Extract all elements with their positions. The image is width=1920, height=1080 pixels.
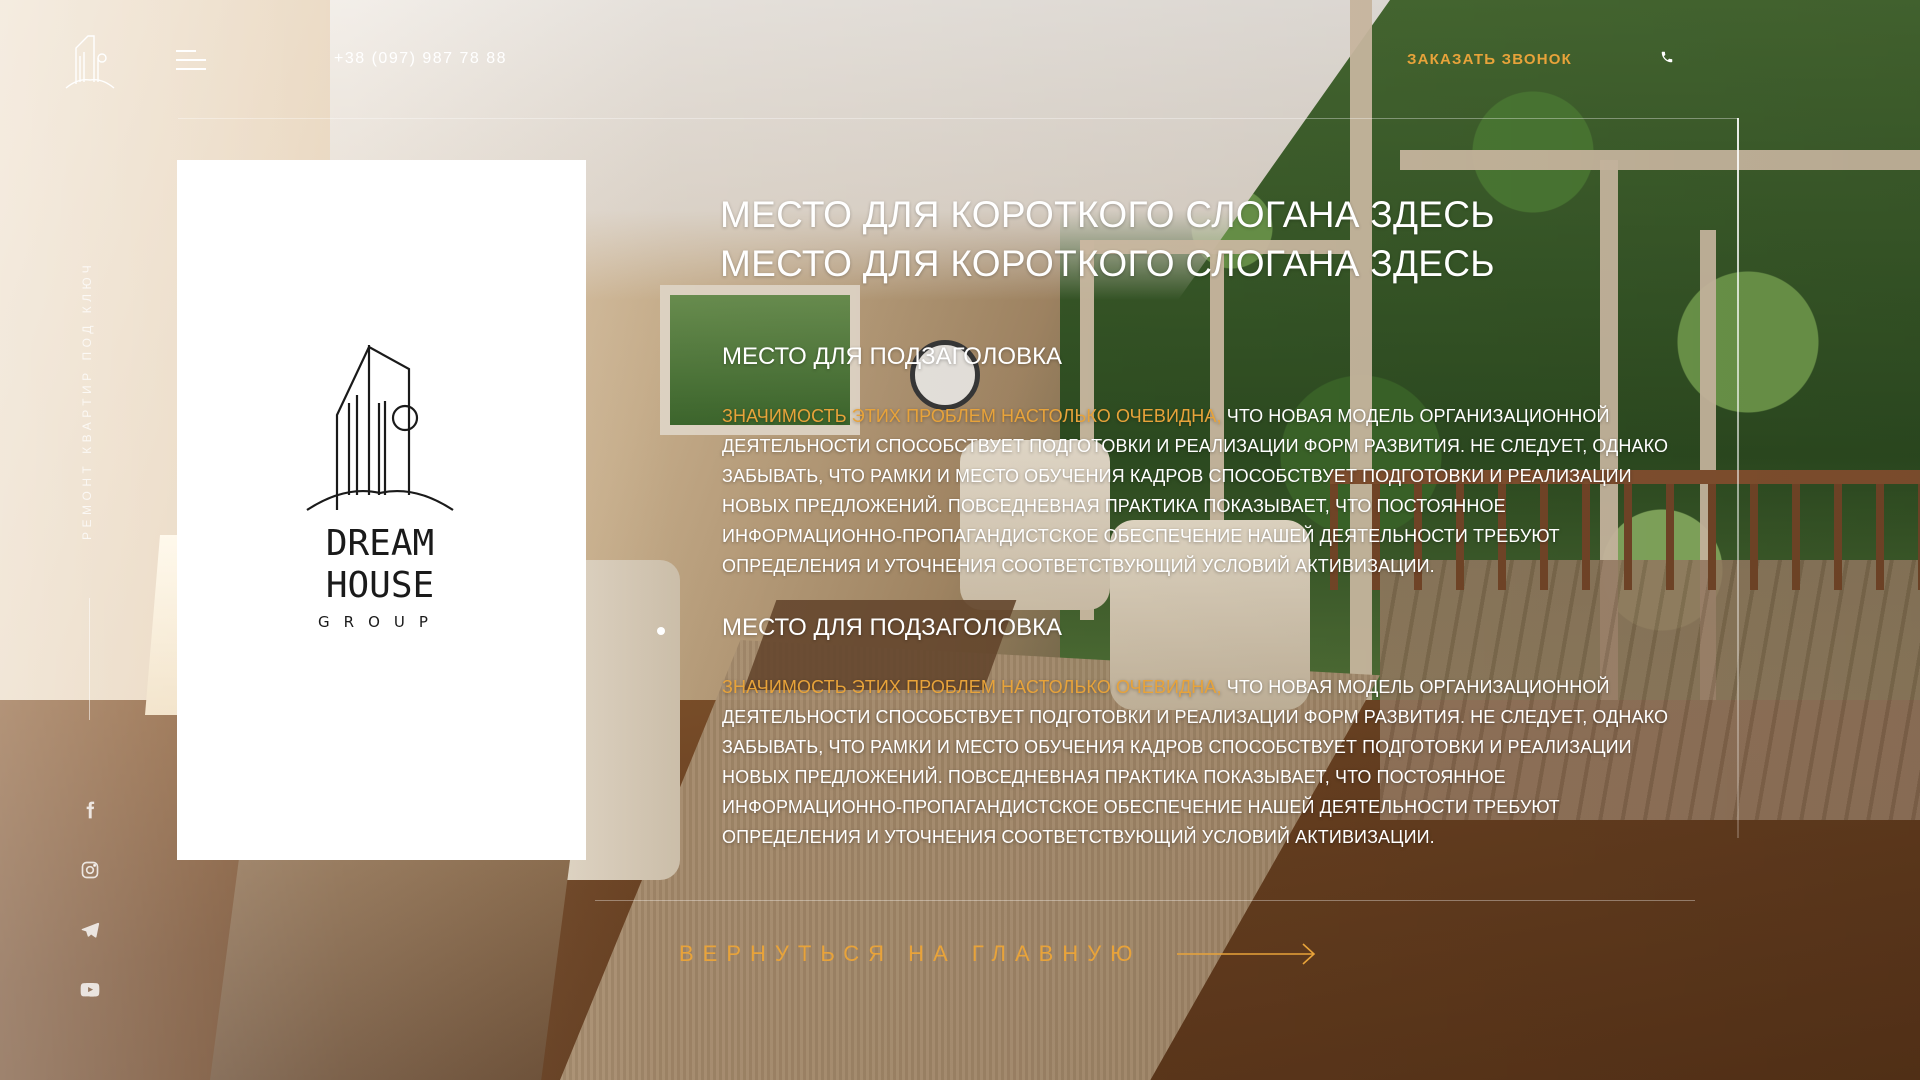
- facebook-icon[interactable]: [80, 800, 100, 820]
- logo-text-top: DREAM: [326, 523, 434, 564]
- footer-divider: [595, 900, 1695, 901]
- logo-text-middle: HOUSE: [326, 565, 434, 606]
- header-phone[interactable]: +38 (097) 987 78 88: [334, 50, 507, 68]
- back-to-home-link[interactable]: ВЕРНУТЬСЯ НА ГЛАВНУЮ: [679, 941, 1317, 967]
- content-section-1: МЕСТО ДЛЯ ПОДЗАГОЛОВКА ЗНАЧИМОСТЬ ЭТИХ П…: [722, 343, 1672, 581]
- section-1-body: ЧТО НОВАЯ МОДЕЛЬ ОРГАНИЗАЦИОННОЙ ДЕЯТЕЛЬ…: [722, 406, 1669, 576]
- section-2-accent: ЗНАЧИМОСТЬ ЭТИХ ПРОБЛЕМ НАСТОЛЬКО ОЧЕВИД…: [722, 677, 1222, 697]
- section-1-title: МЕСТО ДЛЯ ПОДЗАГОЛОВКА: [722, 343, 1063, 370]
- youtube-icon[interactable]: [80, 980, 100, 1000]
- menu-icon: [176, 50, 196, 52]
- section-2-body: ЧТО НОВАЯ МОДЕЛЬ ОРГАНИЗАЦИОННОЙ ДЕЯТЕЛЬ…: [722, 677, 1669, 847]
- order-call-button[interactable]: ЗАКАЗАТЬ ЗВОНОК: [1407, 51, 1572, 68]
- section-2-title: МЕСТО ДЛЯ ПОДЗАГОЛОВКА: [722, 614, 1063, 641]
- telegram-icon[interactable]: [80, 920, 100, 940]
- section-2-text: ЗНАЧИМОСТЬ ЭТИХ ПРОБЛЕМ НАСТОЛЬКО ОЧЕВИД…: [722, 672, 1672, 852]
- instagram-icon[interactable]: [80, 860, 100, 880]
- slider-dot[interactable]: [657, 627, 665, 635]
- right-divider: [1737, 118, 1739, 838]
- content-section-2: МЕСТО ДЛЯ ПОДЗАГОЛОВКА ЗНАЧИМОСТЬ ЭТИХ П…: [722, 614, 1672, 852]
- phone-icon[interactable]: [1660, 50, 1676, 66]
- section-1-text: ЗНАЧИМОСТЬ ЭТИХ ПРОБЛЕМ НАСТОЛЬКО ОЧЕВИД…: [722, 401, 1672, 581]
- back-to-home-label: ВЕРНУТЬСЯ НА ГЛАВНУЮ: [679, 941, 1142, 966]
- logo-text-bottom: GROUP: [318, 613, 442, 631]
- menu-button[interactable]: [176, 50, 208, 72]
- arrow-right-icon: [1177, 943, 1316, 965]
- tagline-vertical: РЕМОНТ КВАРТИР ПОД КЛЮЧ: [80, 260, 94, 540]
- header-divider: [178, 118, 1738, 119]
- page-slogan: МЕСТО ДЛЯ КОРОТКОГО СЛОГАНА ЗДЕСЬ МЕСТО …: [720, 194, 1495, 284]
- logo-icon[interactable]: [64, 34, 116, 90]
- section-1-accent: ЗНАЧИМОСТЬ ЭТИХ ПРОБЛЕМ НАСТОЛЬКО ОЧЕВИД…: [722, 406, 1222, 426]
- logo-card: DREAM HOUSE GROUP: [177, 160, 586, 860]
- sidebar-divider: [89, 598, 90, 720]
- dream-house-logo: DREAM HOUSE GROUP: [305, 345, 455, 635]
